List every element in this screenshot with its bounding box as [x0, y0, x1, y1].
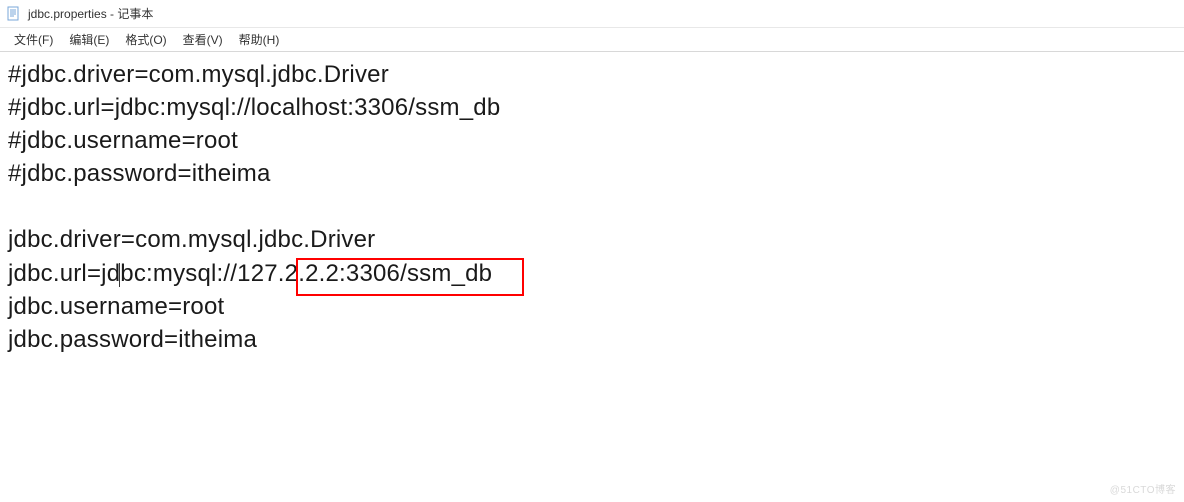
text-line: #jdbc.password=itheima — [8, 157, 1176, 190]
title-appname: 记事本 — [117, 7, 153, 21]
text-line: jdbc.driver=com.mysql.jdbc.Driver — [8, 223, 1176, 256]
title-filename: jdbc.properties — [28, 7, 107, 21]
window-title: jdbc.properties - 记事本 — [28, 5, 153, 22]
menu-format[interactable]: 格式(O) — [117, 31, 174, 48]
text-line: #jdbc.username=root — [8, 124, 1176, 157]
text-line: jdbc.username=root — [8, 290, 1176, 323]
text-line: #jdbc.url=jdbc:mysql://localhost:3306/ss… — [8, 91, 1176, 124]
text-line-part: jdbc.url=jd — [8, 260, 120, 287]
editor-content[interactable]: #jdbc.driver=com.mysql.jdbc.Driver #jdbc… — [0, 52, 1184, 362]
notepad-icon — [6, 6, 22, 22]
menubar: 文件(F) 编辑(E) 格式(O) 查看(V) 帮助(H) — [0, 28, 1184, 52]
menu-help[interactable]: 帮助(H) — [231, 31, 288, 48]
title-separator: - — [107, 7, 118, 21]
menu-view[interactable]: 查看(V) — [175, 31, 231, 48]
text-line: #jdbc.driver=com.mysql.jdbc.Driver — [8, 58, 1176, 91]
menu-file[interactable]: 文件(F) — [6, 31, 61, 48]
text-line-part: bc:mysql://127.2.2.2:3306/ssm_db — [120, 260, 492, 287]
text-line: jdbc.password=itheima — [8, 323, 1176, 356]
watermark-text: @51CTO博客 — [1110, 481, 1176, 496]
window-titlebar: jdbc.properties - 记事本 — [0, 0, 1184, 28]
text-line: jdbc.url=jdbc:mysql://127.2.2.2:3306/ssm… — [8, 257, 1176, 290]
text-line-blank — [8, 190, 1176, 223]
menu-edit[interactable]: 编辑(E) — [61, 31, 117, 48]
